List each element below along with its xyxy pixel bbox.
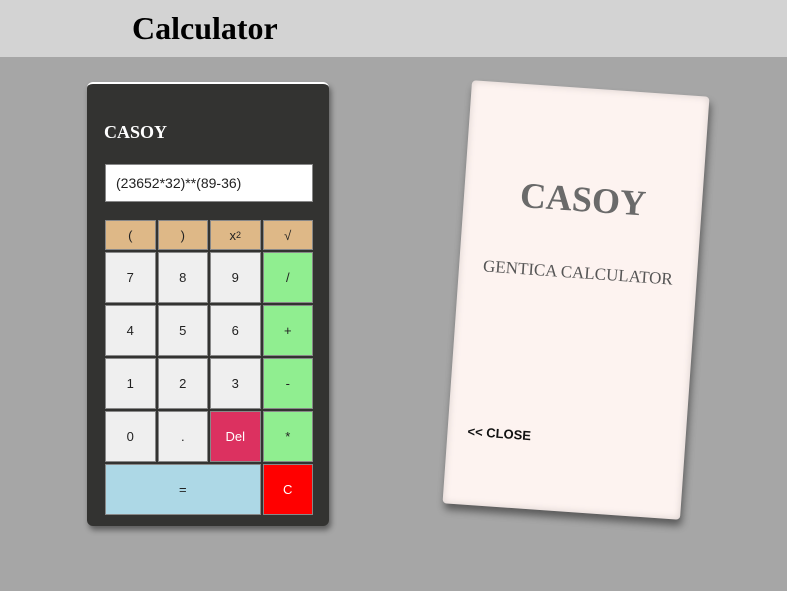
key-divide[interactable]: / bbox=[262, 252, 313, 303]
key-4[interactable]: 4 bbox=[105, 305, 156, 356]
key-3[interactable]: 3 bbox=[210, 358, 261, 409]
info-card: CASOY GENTICA CALCULATOR << CLOSE bbox=[442, 80, 710, 520]
close-link[interactable]: << CLOSE bbox=[467, 424, 531, 443]
key-square-exponent: 2 bbox=[235, 230, 241, 240]
key-open-paren[interactable]: ( bbox=[105, 220, 156, 250]
key-5[interactable]: 5 bbox=[157, 305, 208, 356]
key-square[interactable]: x2 bbox=[210, 220, 261, 250]
key-7[interactable]: 7 bbox=[105, 252, 156, 303]
info-card-title: CASOY bbox=[518, 174, 648, 224]
key-close-paren[interactable]: ) bbox=[157, 220, 208, 250]
key-delete[interactable]: Del bbox=[210, 411, 261, 462]
key-decimal[interactable]: . bbox=[157, 411, 208, 462]
key-sqrt[interactable]: √ bbox=[262, 220, 313, 250]
keypad: ( ) x2 √ 7 8 9 / 4 5 6 + 1 2 3 - 0 . Del… bbox=[105, 220, 313, 515]
key-plus[interactable]: + bbox=[262, 305, 313, 356]
key-equals[interactable]: = bbox=[105, 464, 261, 515]
header-bar: Calculator bbox=[0, 0, 787, 57]
calculator-panel: CASOY ( ) x2 √ 7 8 9 / 4 5 6 + 1 2 3 - 0… bbox=[87, 82, 329, 526]
calculator-display[interactable] bbox=[105, 164, 313, 202]
key-2[interactable]: 2 bbox=[157, 358, 208, 409]
key-1[interactable]: 1 bbox=[105, 358, 156, 409]
key-clear[interactable]: C bbox=[262, 464, 313, 515]
key-0[interactable]: 0 bbox=[105, 411, 156, 462]
info-card-subtitle: GENTICA CALCULATOR bbox=[482, 256, 674, 289]
key-6[interactable]: 6 bbox=[210, 305, 261, 356]
key-minus[interactable]: - bbox=[262, 358, 313, 409]
key-multiply[interactable]: * bbox=[262, 411, 313, 462]
calculator-brand: CASOY bbox=[104, 122, 168, 142]
key-8[interactable]: 8 bbox=[157, 252, 208, 303]
page-title: Calculator bbox=[132, 10, 278, 46]
key-9[interactable]: 9 bbox=[210, 252, 261, 303]
